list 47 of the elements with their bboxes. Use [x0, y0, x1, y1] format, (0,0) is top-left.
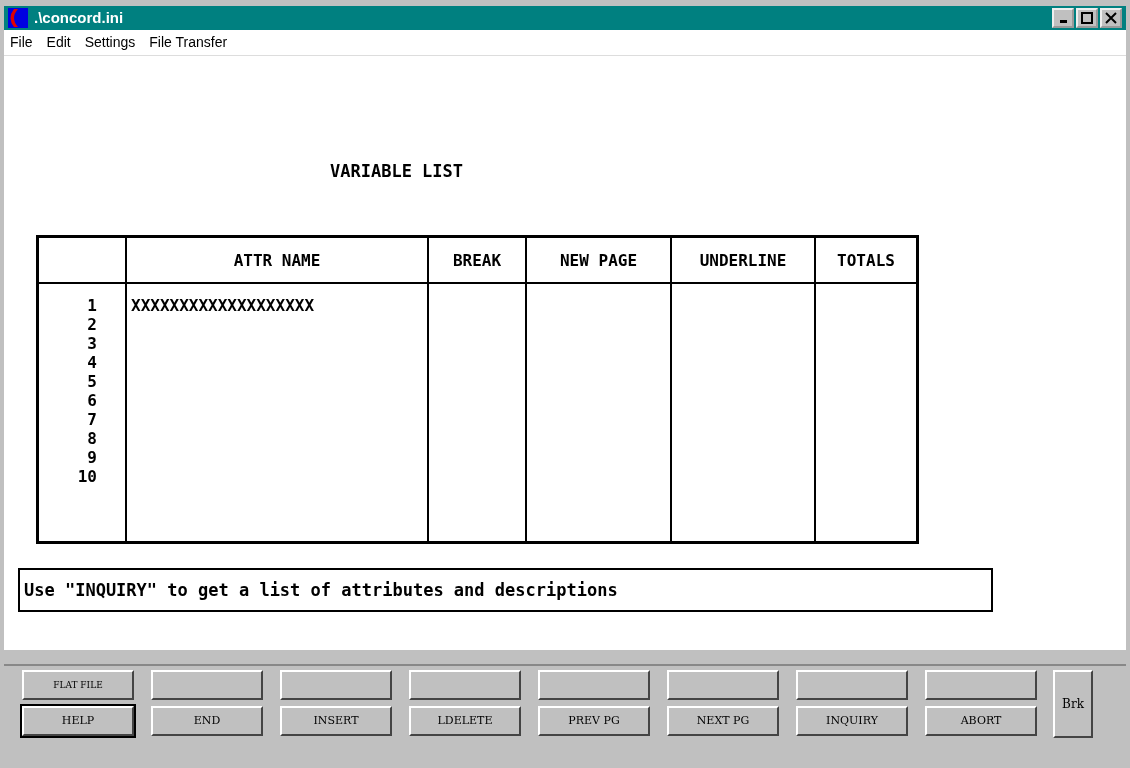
menu-item[interactable]: Settings — [84, 34, 136, 51]
maximize-button[interactable] — [1076, 7, 1098, 28]
function-key[interactable] — [151, 670, 263, 700]
function-key[interactable]: ABORT — [925, 706, 1037, 736]
menu-item[interactable]: File — [10, 34, 33, 51]
column-header: TOTALS — [837, 250, 895, 270]
function-key[interactable] — [538, 670, 650, 700]
function-key[interactable]: Brk — [1053, 670, 1093, 738]
function-key[interactable] — [667, 670, 779, 700]
function-key[interactable]: FLAT FILE — [22, 670, 134, 700]
function-key[interactable]: NEXT PG — [667, 706, 779, 736]
function-key[interactable] — [409, 670, 521, 700]
function-key[interactable]: END — [151, 706, 263, 736]
minimize-button[interactable] — [1052, 7, 1074, 28]
function-key[interactable]: HELP — [22, 706, 134, 736]
function-key[interactable]: LDELETE — [409, 706, 521, 736]
column-header: NEW PAGE — [559, 250, 638, 270]
close-button[interactable] — [1100, 7, 1122, 28]
function-key[interactable]: INQUIRY — [796, 706, 908, 736]
function-key[interactable] — [280, 670, 392, 700]
row-number: 2 — [87, 315, 97, 334]
function-key[interactable]: PREV PG — [538, 706, 650, 736]
row-number: 10 — [77, 467, 97, 486]
screen-title: VARIABLE LIST — [330, 161, 465, 181]
column-header: BREAK — [452, 250, 502, 270]
window-title: .\concord.ini — [34, 9, 124, 27]
maximize-icon — [1081, 11, 1093, 24]
function-key[interactable]: INSERT — [280, 706, 392, 736]
row-number: 8 — [87, 429, 97, 448]
menu-item[interactable]: Edit — [46, 34, 71, 51]
row-number: 1 — [87, 296, 97, 315]
row-number: 5 — [87, 372, 97, 391]
column-header: UNDERLINE — [699, 250, 787, 270]
close-icon — [1105, 11, 1117, 24]
row-number: 4 — [87, 353, 97, 372]
row-number: 9 — [87, 448, 97, 467]
menu-item[interactable]: File Transfer — [149, 34, 228, 51]
table-cell: XXXXXXXXXXXXXXXXXXX — [131, 296, 315, 315]
column-header: ATTR NAME — [233, 250, 321, 270]
row-number: 7 — [87, 410, 97, 429]
function-key[interactable] — [925, 670, 1037, 700]
row-number: 6 — [87, 391, 97, 410]
row-number: 3 — [87, 334, 97, 353]
minimize-icon — [1059, 19, 1067, 23]
app-icon — [8, 7, 28, 28]
function-key[interactable] — [796, 670, 908, 700]
message-box: Use "INQUIRY" to get a list of attributes and descriptions — [18, 568, 993, 612]
